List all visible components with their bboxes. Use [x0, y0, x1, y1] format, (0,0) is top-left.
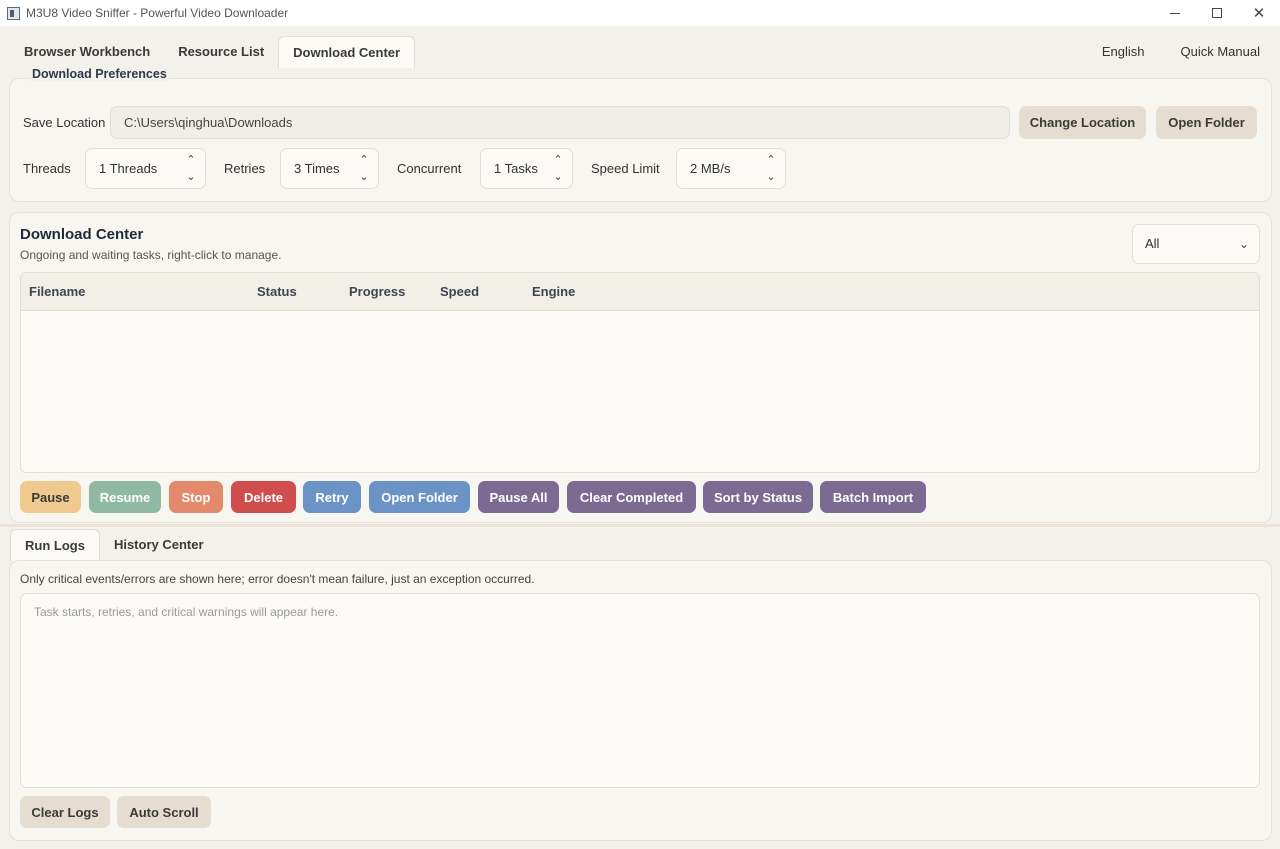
download-center-subtitle: Ongoing and waiting tasks, right-click t…: [20, 248, 282, 262]
column-header-engine[interactable]: Engine: [532, 273, 575, 311]
sort-by-status-button[interactable]: Sort by Status: [703, 481, 813, 513]
chevron-up-icon[interactable]: ⌃: [185, 152, 197, 169]
maximize-button[interactable]: [1196, 0, 1238, 26]
open-folder-button[interactable]: Open Folder: [1156, 106, 1257, 139]
chevron-up-icon[interactable]: ⌃: [358, 152, 370, 169]
preferences-legend: Download Preferences: [30, 67, 169, 81]
title-bar: M3U8 Video Sniffer - Powerful Video Down…: [0, 0, 1280, 26]
language-selector[interactable]: English: [1102, 44, 1145, 59]
concurrent-value: 1 Tasks: [494, 161, 538, 176]
clear-logs-button[interactable]: Clear Logs: [20, 796, 110, 828]
speed-limit-spinbox[interactable]: 2 MB/s ⌃ ⌄: [676, 148, 786, 189]
save-location-field[interactable]: C:\Users\qinghua\Downloads: [110, 106, 1010, 139]
column-header-status[interactable]: Status: [257, 273, 297, 311]
status-filter-value: All: [1145, 236, 1160, 251]
retries-value: 3 Times: [294, 161, 340, 176]
speed-limit-label: Speed Limit: [591, 161, 660, 176]
close-button[interactable]: ✕: [1238, 0, 1280, 26]
main-tabs: Browser Workbench Resource List Download…: [10, 36, 416, 68]
tab-run-logs[interactable]: Run Logs: [10, 529, 100, 561]
panel-splitter[interactable]: [0, 524, 1280, 527]
chevron-down-icon[interactable]: ⌄: [185, 169, 197, 186]
tab-history-center[interactable]: History Center: [100, 529, 218, 561]
column-header-speed[interactable]: Speed: [440, 273, 479, 311]
chevron-down-icon: ⌄: [1238, 237, 1249, 251]
window-title: M3U8 Video Sniffer - Powerful Video Down…: [26, 6, 289, 20]
save-location-label: Save Location: [23, 115, 106, 130]
concurrent-spinbox[interactable]: 1 Tasks ⌃ ⌄: [480, 148, 573, 189]
minimize-icon: [1170, 12, 1180, 14]
speed-limit-value: 2 MB/s: [690, 161, 731, 176]
pause-button[interactable]: Pause: [20, 481, 81, 513]
auto-scroll-button[interactable]: Auto Scroll: [117, 796, 211, 828]
chevron-down-icon[interactable]: ⌄: [358, 169, 370, 186]
retries-label: Retries: [224, 161, 266, 176]
status-filter-dropdown[interactable]: All ⌄: [1132, 224, 1260, 264]
concurrent-label: Concurrent: [397, 161, 462, 176]
change-location-button[interactable]: Change Location: [1019, 106, 1146, 139]
retries-spinbox[interactable]: 3 Times ⌃ ⌄: [280, 148, 379, 189]
table-header: Filename Status Progress Speed Engine: [21, 273, 1259, 311]
stop-button[interactable]: Stop: [169, 481, 223, 513]
chevron-down-icon[interactable]: ⌄: [552, 169, 564, 186]
batch-import-button[interactable]: Batch Import: [820, 481, 926, 513]
resume-button[interactable]: Resume: [89, 481, 161, 513]
retry-button[interactable]: Retry: [303, 481, 361, 513]
log-placeholder: Task starts, retries, and critical warni…: [34, 605, 339, 619]
log-note: Only critical events/errors are shown he…: [20, 572, 535, 586]
window-controls: ✕: [1154, 0, 1280, 26]
column-header-progress[interactable]: Progress: [349, 273, 405, 311]
column-header-filename[interactable]: Filename: [29, 273, 85, 311]
threads-label: Threads: [23, 161, 71, 176]
tab-download-center[interactable]: Download Center: [278, 36, 416, 68]
threads-value: 1 Threads: [99, 161, 158, 176]
chevron-up-icon[interactable]: ⌃: [765, 152, 777, 169]
maximize-icon: [1212, 8, 1222, 18]
chevron-down-icon[interactable]: ⌄: [765, 169, 777, 186]
chevron-up-icon[interactable]: ⌃: [552, 152, 564, 169]
top-right-links: English Quick Manual: [1102, 44, 1260, 59]
download-task-table[interactable]: Filename Status Progress Speed Engine: [20, 272, 1260, 473]
close-icon: ✕: [1252, 4, 1266, 22]
app-icon: [7, 6, 20, 20]
tab-resource-list[interactable]: Resource List: [164, 36, 278, 68]
tab-browser-workbench[interactable]: Browser Workbench: [10, 36, 164, 68]
pause-all-button[interactable]: Pause All: [478, 481, 559, 513]
open-folder-task-button[interactable]: Open Folder: [369, 481, 470, 513]
log-tabs: Run Logs History Center: [10, 529, 218, 561]
quick-manual-link[interactable]: Quick Manual: [1181, 44, 1260, 59]
threads-spinbox[interactable]: 1 Threads ⌃ ⌄: [85, 148, 206, 189]
log-output-area[interactable]: Task starts, retries, and critical warni…: [20, 593, 1260, 788]
minimize-button[interactable]: [1154, 0, 1196, 26]
clear-completed-button[interactable]: Clear Completed: [567, 481, 696, 513]
delete-button[interactable]: Delete: [231, 481, 296, 513]
download-center-title: Download Center: [20, 226, 144, 243]
